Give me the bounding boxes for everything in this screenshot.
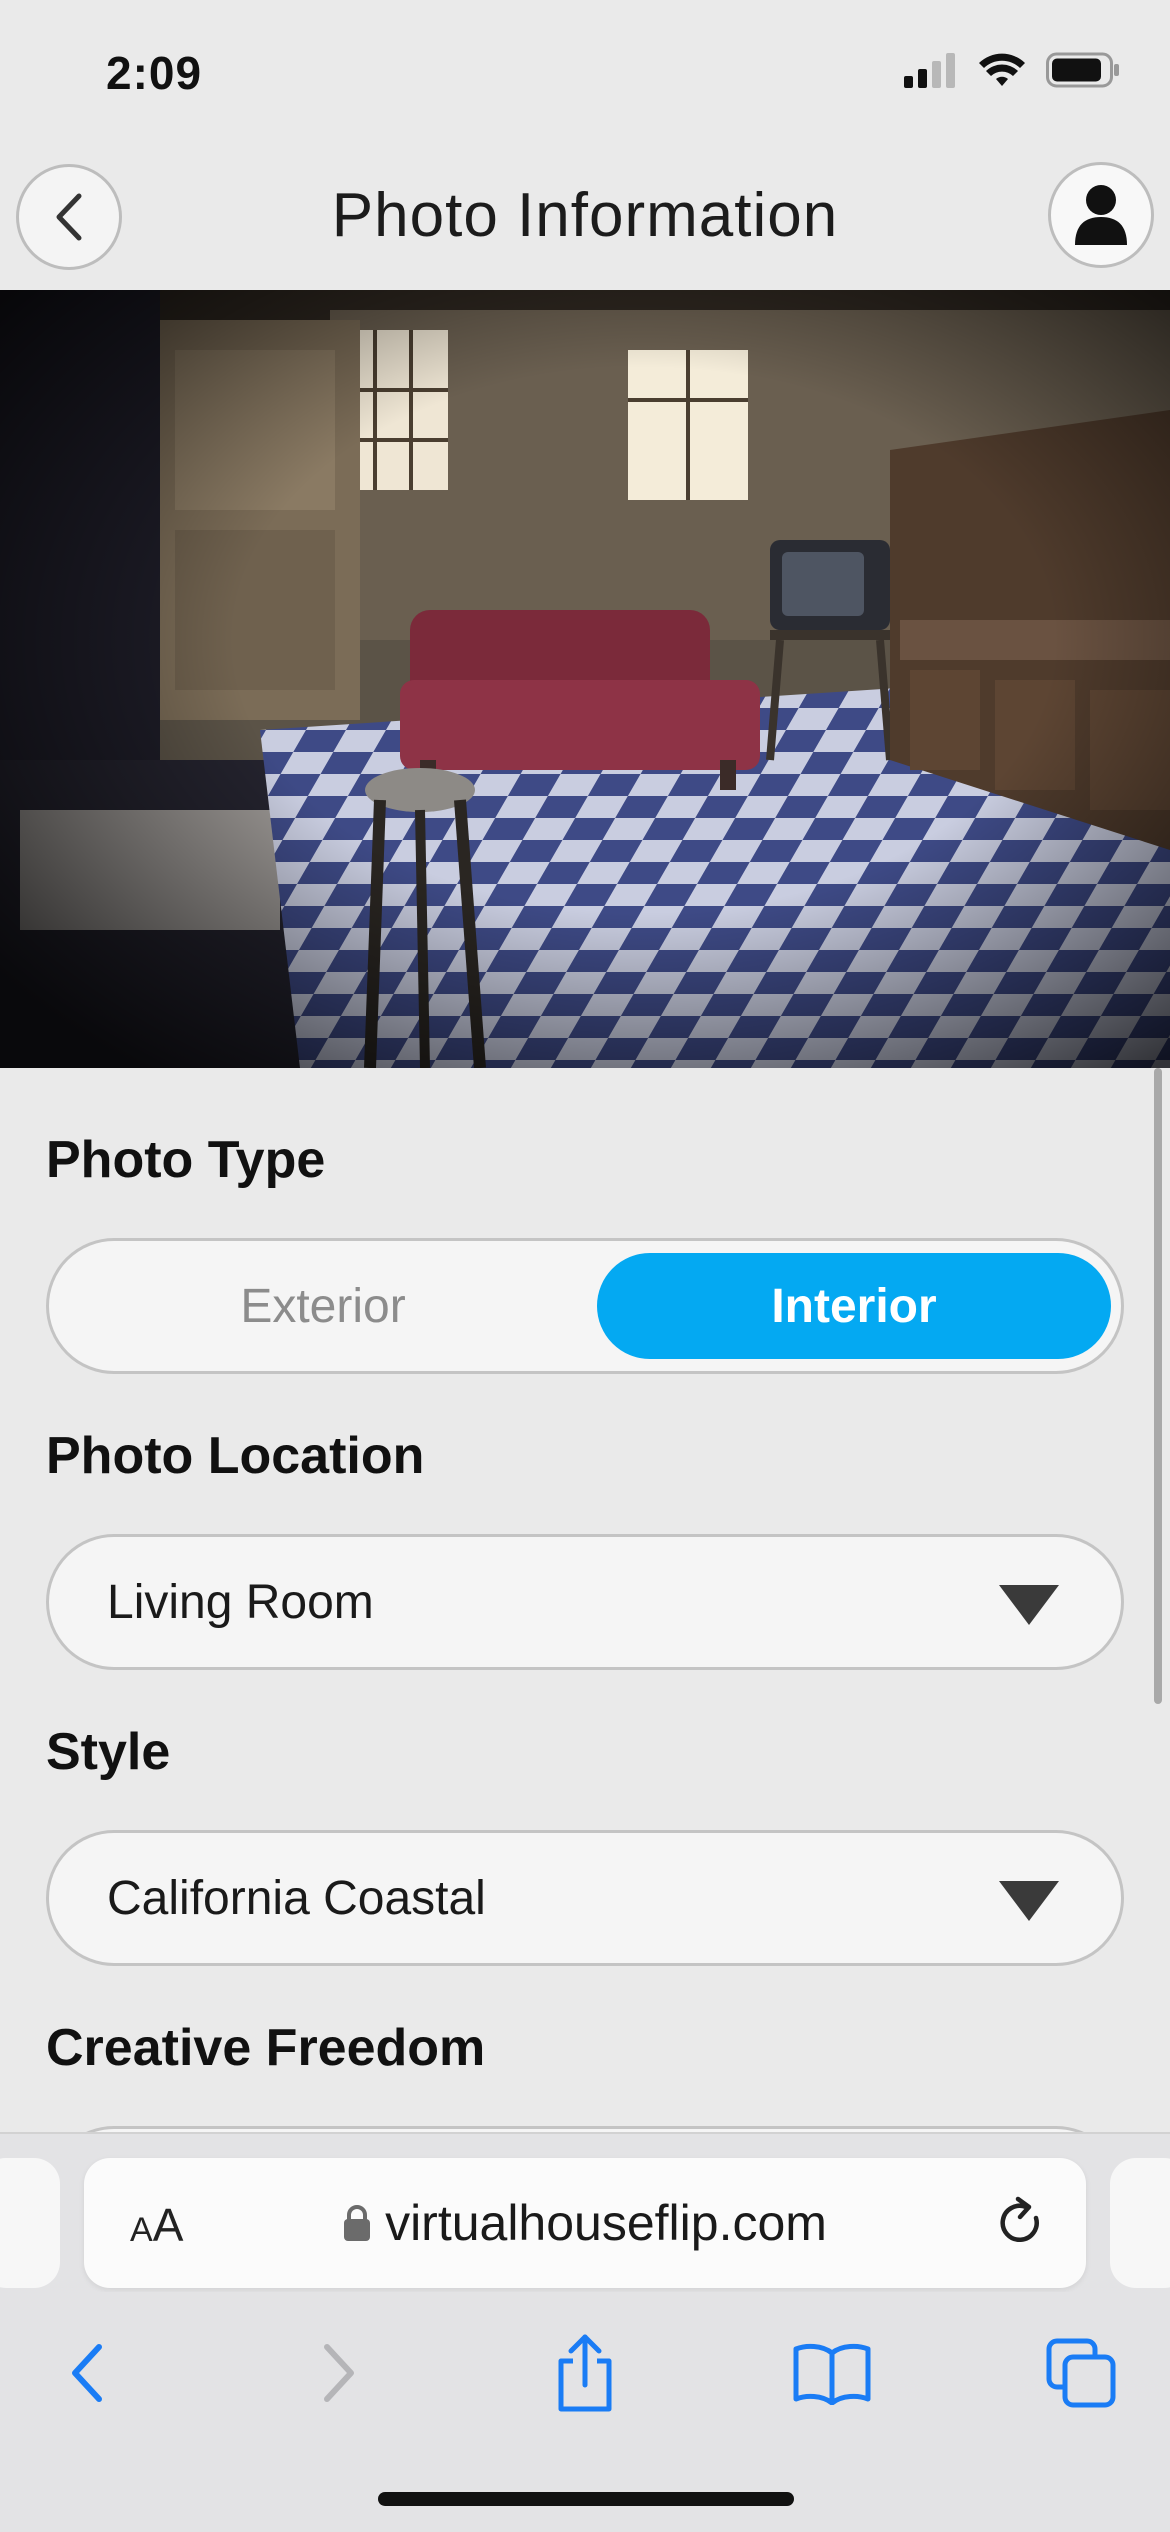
bookmarks-button[interactable] bbox=[787, 2328, 877, 2418]
photo-type-segmented-control: Exterior Interior bbox=[46, 1238, 1124, 1374]
style-select[interactable]: California Coastal bbox=[46, 1830, 1124, 1966]
status-bar: 2:09 bbox=[0, 0, 1170, 150]
battery-icon bbox=[1046, 52, 1119, 88]
room-photo bbox=[0, 290, 1170, 1068]
previous-tab-edge[interactable] bbox=[0, 2158, 60, 2288]
wifi-icon bbox=[979, 53, 1025, 86]
person-icon bbox=[1075, 185, 1127, 245]
browser-back-button[interactable] bbox=[42, 2328, 132, 2418]
browser-toolbar bbox=[0, 2292, 1170, 2532]
dropdown-arrow-icon bbox=[999, 1585, 1059, 1625]
share-button[interactable] bbox=[540, 2328, 630, 2418]
back-arrow-icon bbox=[72, 2344, 102, 2402]
forward-arrow-icon bbox=[324, 2344, 354, 2402]
signal-icon bbox=[904, 53, 955, 88]
home-indicator bbox=[378, 2492, 794, 2506]
dropdown-arrow-icon bbox=[999, 1881, 1059, 1921]
scroll-indicator[interactable] bbox=[1154, 1068, 1162, 1704]
style-label: Style bbox=[46, 1723, 171, 1781]
photo-location-value: Living Room bbox=[107, 1576, 374, 1629]
share-icon bbox=[558, 2334, 612, 2412]
bookmarks-icon bbox=[793, 2343, 871, 2405]
url-display: virtualhouseflip.com bbox=[84, 2194, 1086, 2252]
status-time: 2:09 bbox=[106, 47, 203, 99]
next-tab-edge[interactable] bbox=[1110, 2158, 1170, 2288]
address-bar[interactable]: AA virtualhouseflip.com bbox=[84, 2158, 1086, 2288]
style-value: California Coastal bbox=[107, 1872, 486, 1925]
photo-type-exterior-option[interactable]: Exterior bbox=[63, 1253, 583, 1359]
photo-location-label: Photo Location bbox=[46, 1427, 425, 1485]
browser-forward-button[interactable] bbox=[294, 2328, 384, 2418]
header: Photo Information bbox=[0, 150, 1170, 290]
reload-icon bbox=[1000, 2196, 1039, 2242]
photo-type-label: Photo Type bbox=[46, 1131, 326, 1189]
photo-form: Photo Type Exterior Interior Photo Locat… bbox=[0, 1068, 1170, 2132]
creative-freedom-label: Creative Freedom bbox=[46, 2019, 486, 2077]
status-icons bbox=[904, 52, 1120, 88]
reload-button[interactable] bbox=[996, 2196, 1046, 2255]
tabs-button[interactable] bbox=[1036, 2328, 1126, 2418]
room-photo-illustration bbox=[0, 290, 1170, 1068]
url-text: virtualhouseflip.com bbox=[385, 2195, 827, 2251]
photo-type-interior-option[interactable]: Interior bbox=[597, 1253, 1111, 1359]
photo-location-select[interactable]: Living Room bbox=[46, 1534, 1124, 1670]
page-title: Photo Information bbox=[331, 181, 839, 250]
tabs-icon bbox=[1046, 2338, 1116, 2408]
lock-icon bbox=[344, 2205, 371, 2241]
profile-button[interactable] bbox=[1048, 162, 1154, 268]
browser-address-area: AA virtualhouseflip.com bbox=[0, 2132, 1170, 2292]
